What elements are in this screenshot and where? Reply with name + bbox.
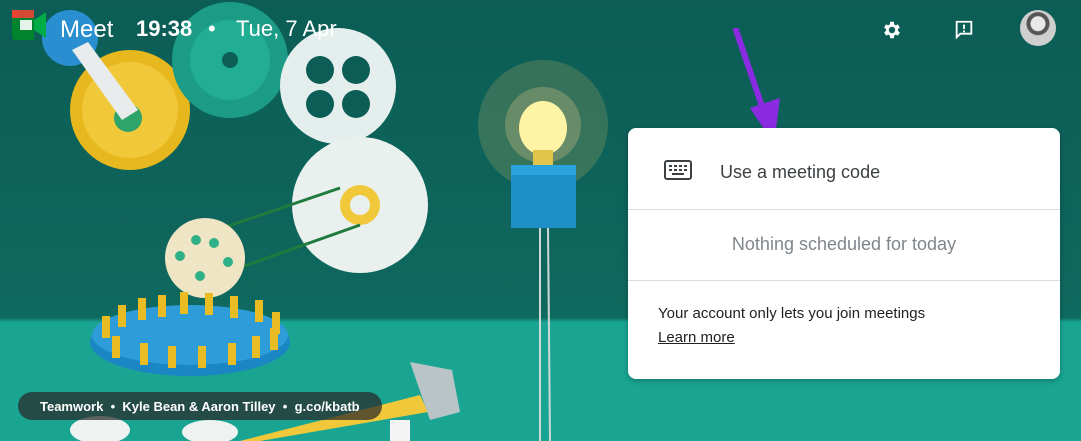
feedback-button[interactable] (948, 14, 980, 46)
google-meet-logo-icon (12, 10, 46, 40)
schedule-status: Nothing scheduled for today (731, 234, 957, 254)
use-meeting-code-button[interactable]: Use a meeting code (628, 128, 1060, 210)
app-title: Meet (60, 16, 114, 43)
account-restriction-message: Your account only lets you join meetings (658, 305, 926, 322)
meet-home-screen: Meet 19:38 • Tue, 7 Apr Use a meeting co… (0, 0, 1081, 441)
top-bar: Meet 19:38 • Tue, 7 Apr (0, 0, 1081, 60)
learn-more-link[interactable]: Learn more (658, 329, 735, 346)
settings-button[interactable] (876, 14, 908, 46)
credit-artists: Kyle Bean & Aaron Tilley (122, 398, 276, 414)
credit-work-title: Teamwork (40, 398, 104, 414)
time-date-separator: • (208, 16, 216, 41)
schedule-section: Nothing scheduled for today (628, 210, 1060, 281)
artwork-credit: Teamwork • Kyle Bean & Aaron Tilley • g.… (18, 392, 382, 420)
light-bulb (519, 101, 567, 155)
use-meeting-code-label: Use a meeting code (720, 162, 881, 182)
feedback-icon (955, 20, 973, 40)
current-date: Tue, 7 Apr (236, 16, 337, 41)
clock-time: 19:38 (136, 16, 193, 41)
user-avatar[interactable] (1020, 10, 1056, 46)
credit-link[interactable]: g.co/kbatb (295, 399, 360, 414)
keyboard-icon (664, 160, 692, 180)
gear-icon (884, 21, 900, 39)
